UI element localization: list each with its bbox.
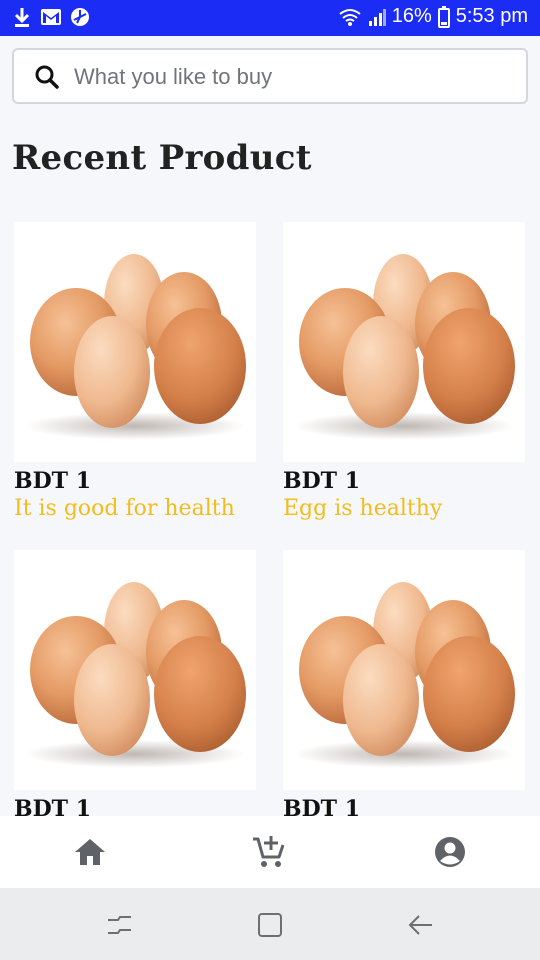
product-card[interactable]: BDT 1: [14, 550, 256, 824]
product-price: BDT 1: [14, 468, 92, 494]
product-description: Egg is healthy: [283, 496, 443, 521]
product-card[interactable]: BDT 1: [283, 550, 525, 824]
product-image[interactable]: [283, 222, 525, 462]
home-square-icon[interactable]: [255, 910, 285, 940]
wifi-icon: [339, 8, 361, 26]
gmail-icon: [41, 9, 61, 25]
product-price: BDT 1: [283, 468, 361, 494]
sync-icon: [71, 8, 89, 26]
download-icon: [14, 8, 30, 27]
product-image[interactable]: [14, 222, 256, 462]
home-icon[interactable]: [72, 834, 108, 870]
status-bar: 16% 5:53 pm: [0, 0, 540, 36]
back-icon[interactable]: [406, 910, 436, 940]
system-navigation: [0, 888, 540, 960]
eggs-image: [25, 582, 246, 768]
eggs-image: [294, 582, 515, 768]
eggs-image: [25, 254, 246, 440]
search-input[interactable]: [74, 58, 514, 96]
battery-icon: [437, 5, 450, 28]
add-to-cart-icon[interactable]: [251, 834, 287, 870]
eggs-image: [294, 254, 515, 440]
product-card[interactable]: BDT 1 Egg is healthy: [283, 222, 525, 521]
product-card[interactable]: BDT 1 It is good for health: [14, 222, 256, 521]
recents-icon[interactable]: [104, 910, 134, 940]
product-image[interactable]: [283, 550, 525, 790]
clock: 5:53 pm: [455, 5, 528, 27]
signal-icon: [368, 8, 386, 26]
product-image[interactable]: [14, 550, 256, 790]
product-description: It is good for health: [14, 496, 235, 521]
account-icon[interactable]: [432, 834, 468, 870]
search-bar[interactable]: [12, 48, 528, 104]
battery-percent: 16%: [391, 5, 432, 27]
section-title: Recent Product: [12, 138, 312, 178]
search-icon: [35, 65, 59, 89]
bottom-navigation: [0, 816, 540, 888]
